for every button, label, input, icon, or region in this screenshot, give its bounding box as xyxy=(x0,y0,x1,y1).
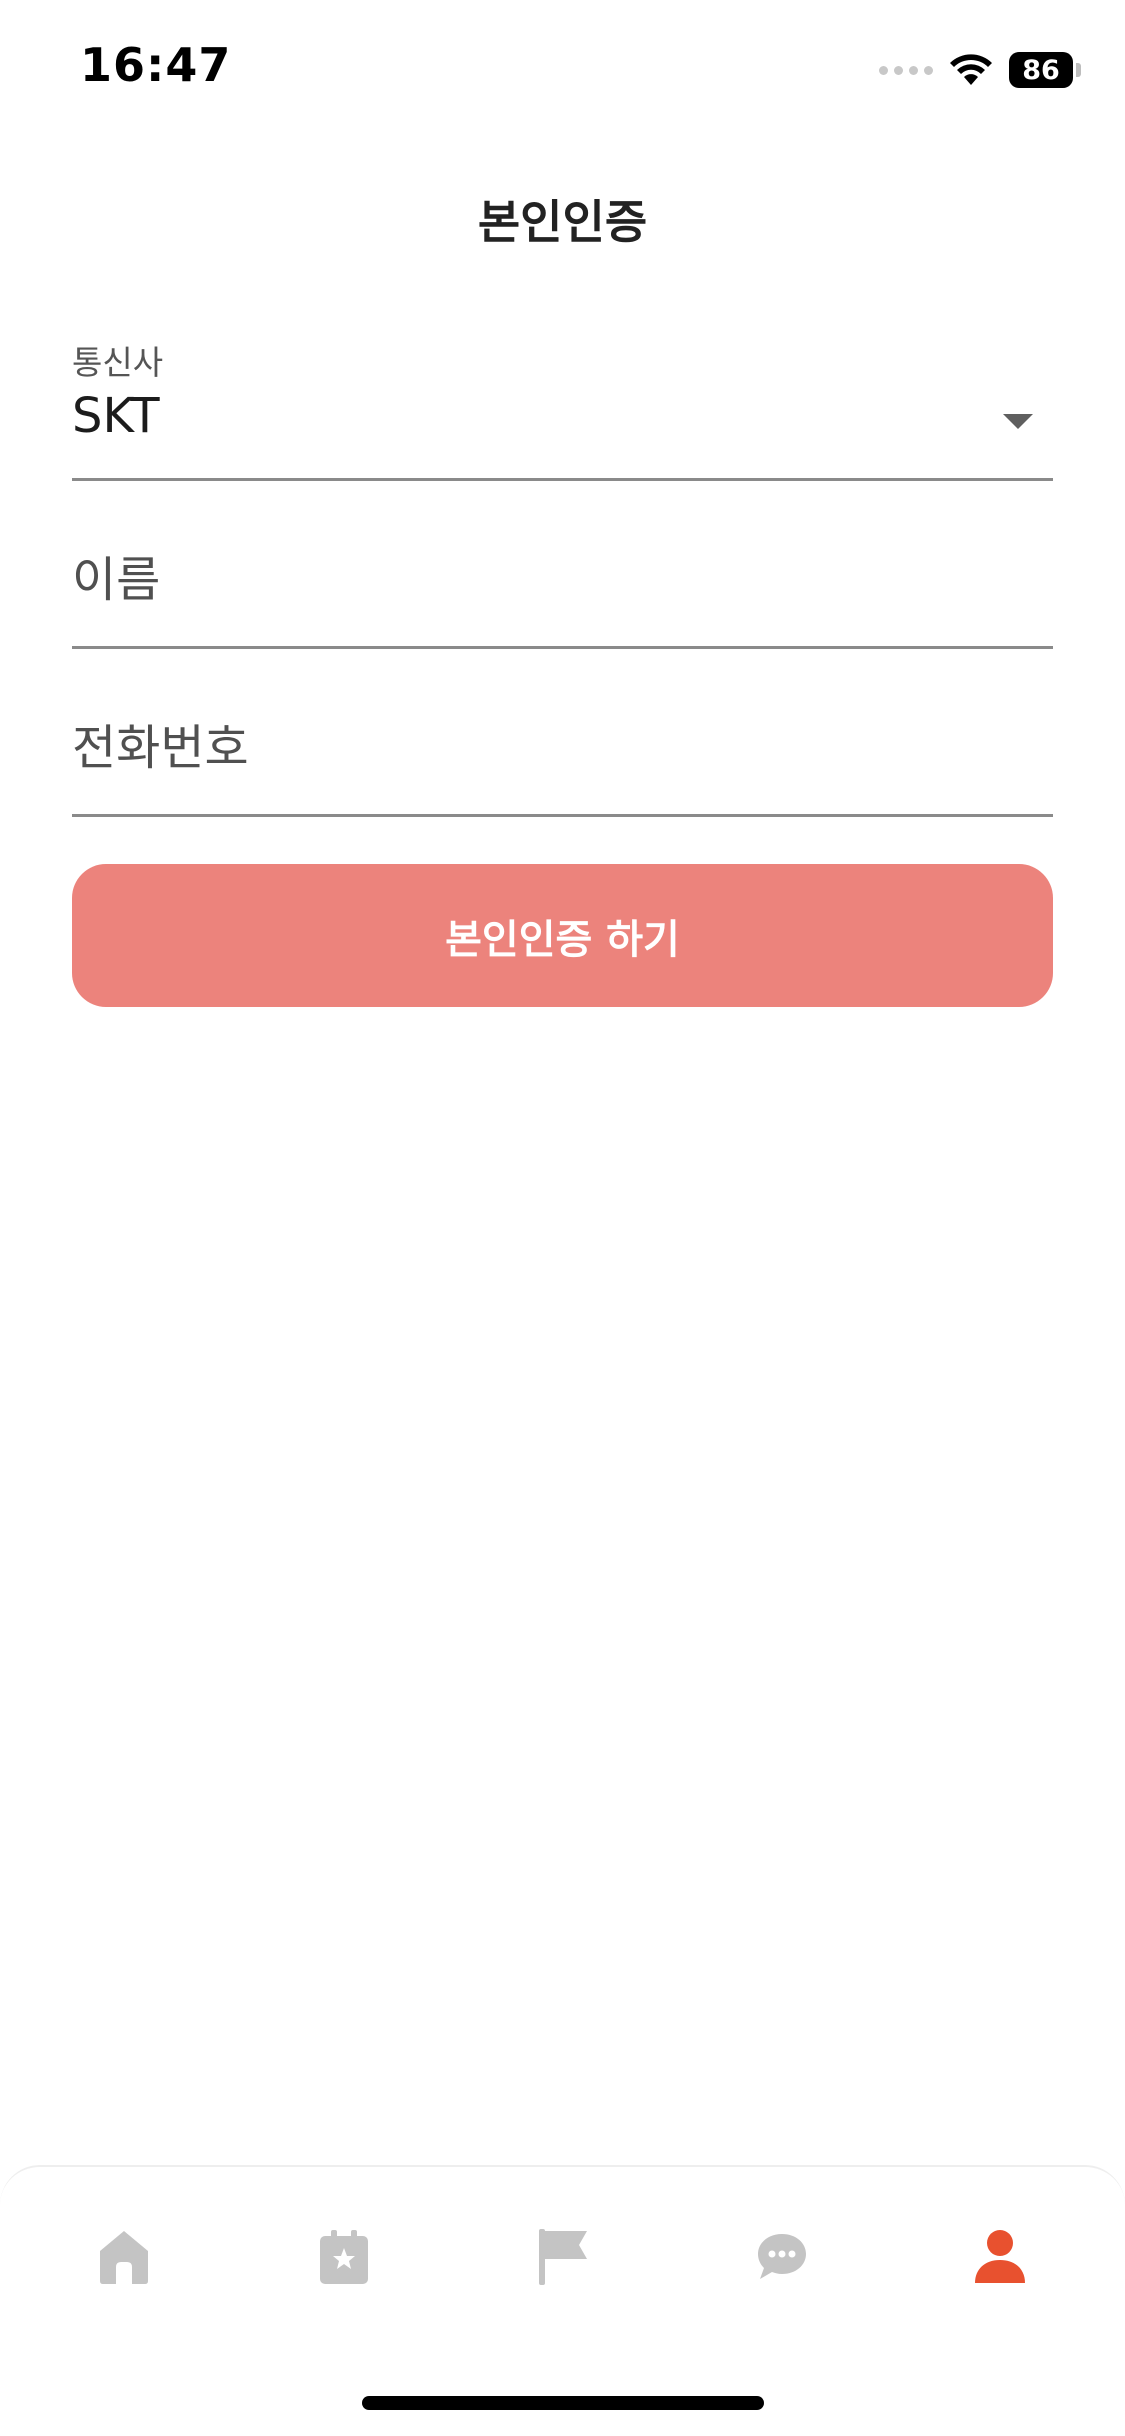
chat-bubble-icon xyxy=(758,2234,806,2279)
tab-profile[interactable] xyxy=(958,2215,1042,2299)
identity-verification-screen: 16:47 86 본인인증 통신사 SKT 본인인증 하기 xyxy=(0,0,1125,2436)
carrier-select[interactable]: 통신사 SKT xyxy=(72,330,1053,481)
home-icon xyxy=(100,2231,148,2284)
carrier-value: SKT xyxy=(72,388,160,444)
cellular-signal-icon xyxy=(879,65,933,75)
calendar-star-icon xyxy=(320,2230,368,2284)
home-indicator xyxy=(362,2396,764,2410)
name-input[interactable] xyxy=(72,540,1053,620)
verify-button[interactable]: 본인인증 하기 xyxy=(72,864,1053,1007)
caret-down-icon xyxy=(1003,414,1033,429)
carrier-label: 통신사 xyxy=(72,343,164,382)
page-title: 본인인증 xyxy=(477,195,648,249)
phone-input[interactable] xyxy=(72,708,1053,788)
tab-home[interactable] xyxy=(82,2215,166,2299)
status-icons: 86 xyxy=(879,50,1081,90)
name-field-container xyxy=(72,520,1053,649)
tab-flag[interactable] xyxy=(521,2215,605,2299)
battery-level: 86 xyxy=(1009,52,1073,88)
flag-icon xyxy=(539,2229,587,2285)
tab-calendar[interactable] xyxy=(302,2215,386,2299)
status-time: 16:47 xyxy=(80,38,232,92)
person-icon xyxy=(975,2230,1025,2283)
battery-icon: 86 xyxy=(1009,52,1081,88)
wifi-icon xyxy=(950,54,992,85)
tab-chat[interactable] xyxy=(740,2215,824,2299)
phone-field-container xyxy=(72,688,1053,817)
